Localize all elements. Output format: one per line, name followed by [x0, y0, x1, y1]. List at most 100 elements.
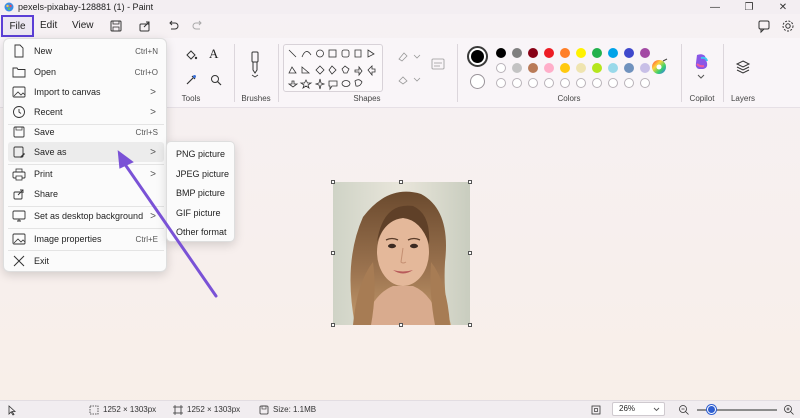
save-icon [13, 126, 25, 138]
view-menu-button[interactable]: View [72, 17, 94, 35]
copilot-icon[interactable] [692, 52, 712, 72]
custom-color-slot[interactable] [544, 78, 554, 88]
portrait-photo [333, 182, 470, 325]
fill-bucket-icon[interactable] [184, 48, 198, 62]
canvas-size: 1252 × 1303px [187, 405, 241, 414]
share-icon[interactable] [137, 18, 153, 34]
resize-handle[interactable] [468, 323, 472, 327]
brush-icon[interactable] [248, 50, 262, 78]
redo-icon[interactable] [190, 18, 206, 34]
resize-handle[interactable] [468, 251, 472, 255]
paint-app-icon [4, 2, 14, 12]
color-swatch[interactable] [608, 48, 618, 58]
menu-item-label: Image properties [34, 234, 102, 244]
shapes-gallery[interactable] [283, 44, 383, 92]
custom-color-slot[interactable] [576, 78, 586, 88]
zoom-slider-thumb[interactable] [707, 405, 717, 414]
undo-icon[interactable] [165, 18, 181, 34]
edit-colors-icon[interactable] [651, 58, 669, 76]
submenu-arrow-icon: > [150, 106, 156, 118]
ribbon-separator [681, 44, 682, 102]
copilot-dropdown-icon[interactable] [696, 74, 706, 80]
fill-dropdown-icon[interactable] [396, 73, 422, 85]
edit-menu-button[interactable]: Edit [40, 17, 57, 35]
menu-item-import-to-canvas[interactable]: Import to canvas > [8, 82, 164, 102]
image-properties-icon [12, 233, 26, 245]
magnifier-icon[interactable] [209, 73, 223, 87]
resize-handle[interactable] [399, 323, 403, 327]
menu-item-open[interactable]: Open Ctrl+O [8, 62, 164, 82]
disk-icon [259, 405, 269, 415]
color-swatch[interactable] [512, 63, 522, 73]
menu-item-recent[interactable]: Recent > [8, 102, 164, 122]
selection-size: 1252 × 1303px [103, 405, 157, 414]
color-picker-icon[interactable] [184, 73, 198, 87]
zoom-level-dropdown[interactable]: 26% [612, 402, 665, 416]
custom-color-slot[interactable] [640, 78, 650, 88]
color-swatch[interactable] [624, 63, 634, 73]
outline-dropdown-icon[interactable] [396, 50, 422, 62]
color-swatch[interactable] [624, 48, 634, 58]
custom-color-slot[interactable] [592, 78, 602, 88]
shapes-grid-icon [287, 49, 376, 91]
canvas-image[interactable] [333, 182, 470, 325]
resize-handle[interactable] [399, 180, 403, 184]
folder-icon [12, 67, 26, 78]
color-swatch[interactable] [576, 63, 586, 73]
menu-item-label: Import to canvas [34, 87, 101, 97]
color-swatch[interactable] [512, 48, 522, 58]
window-controls: — ❐ ✕ [698, 0, 800, 14]
color-swatch[interactable] [496, 63, 506, 73]
color-swatch[interactable] [640, 63, 650, 73]
save-icon[interactable] [108, 18, 124, 34]
window-title: pexels-pixabay-128881 (1) - Paint [18, 2, 154, 12]
close-button[interactable]: ✕ [766, 0, 800, 14]
secondary-color-swatch[interactable] [470, 74, 485, 89]
custom-color-slot[interactable] [608, 78, 618, 88]
color-swatch[interactable] [528, 48, 538, 58]
custom-color-slot[interactable] [496, 78, 506, 88]
color-swatch[interactable] [544, 63, 554, 73]
menu-shortcut: Ctrl+S [135, 127, 158, 137]
color-swatch[interactable] [560, 48, 570, 58]
close-icon [13, 255, 25, 267]
fit-to-window-icon[interactable] [590, 404, 602, 416]
color-swatch[interactable] [544, 48, 554, 58]
color-swatch[interactable] [592, 48, 602, 58]
color-swatch[interactable] [528, 63, 538, 73]
maximize-button[interactable]: ❐ [732, 0, 766, 14]
resize-handle[interactable] [331, 323, 335, 327]
ribbon-separator [457, 44, 458, 102]
resize-handle[interactable] [331, 180, 335, 184]
zoom-in-icon[interactable] [783, 404, 795, 416]
text-tool-icon[interactable]: A [209, 46, 218, 62]
color-swatch[interactable] [592, 63, 602, 73]
resize-handle[interactable] [331, 251, 335, 255]
menu-item-save[interactable]: Save Ctrl+S [8, 122, 164, 142]
brushes-group-label: Brushes [241, 94, 271, 103]
color-swatch[interactable] [560, 63, 570, 73]
chat-icon[interactable] [756, 18, 772, 34]
layers-icon[interactable] [734, 58, 752, 76]
file-menu-button[interactable]: File [1, 15, 34, 37]
custom-color-slot[interactable] [528, 78, 538, 88]
menu-item-label: Open [34, 67, 57, 77]
colors-group-label: Colors [557, 94, 581, 103]
color-swatch[interactable] [640, 48, 650, 58]
primary-color-swatch[interactable] [467, 46, 488, 67]
selection-size-icon [89, 405, 99, 415]
gear-icon[interactable] [780, 18, 796, 34]
clock-icon [13, 106, 25, 118]
desktop-icon [12, 210, 26, 222]
color-swatch[interactable] [496, 48, 506, 58]
custom-color-slot[interactable] [560, 78, 570, 88]
minimize-button[interactable]: — [698, 0, 732, 14]
color-swatch[interactable] [576, 48, 586, 58]
custom-color-slot[interactable] [624, 78, 634, 88]
zoom-out-icon[interactable] [678, 404, 690, 416]
color-swatch[interactable] [608, 63, 618, 73]
shape-size-icon[interactable] [430, 56, 446, 72]
resize-handle[interactable] [468, 180, 472, 184]
custom-color-slot[interactable] [512, 78, 522, 88]
menu-item-new[interactable]: New Ctrl+N [8, 41, 164, 61]
